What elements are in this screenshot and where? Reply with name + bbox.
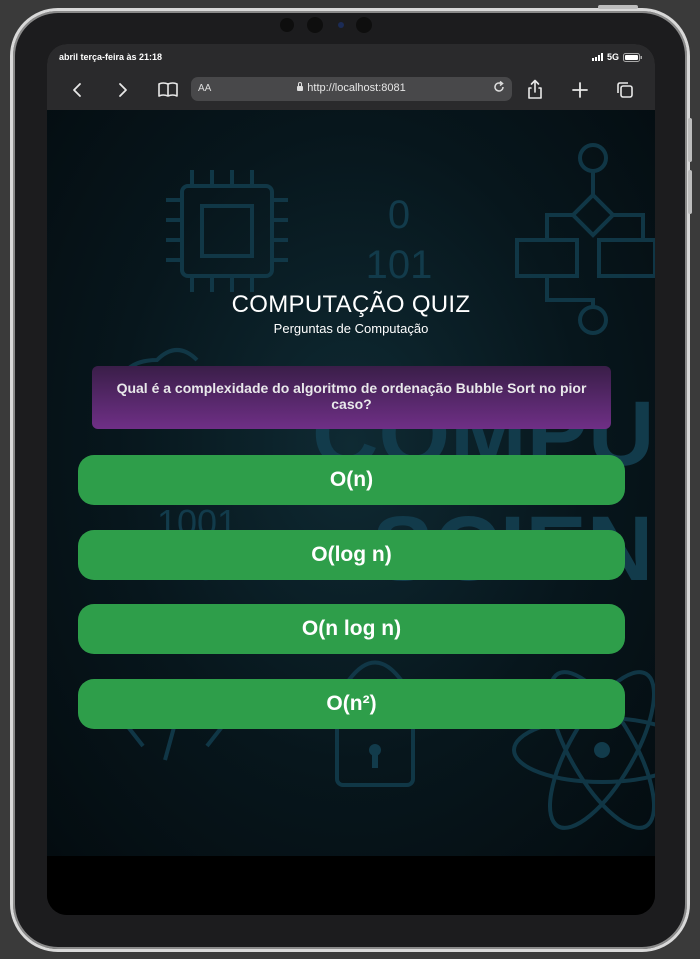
camera-lens bbox=[338, 22, 344, 28]
answer-button-1[interactable]: O(n) bbox=[78, 455, 625, 505]
sensor-left bbox=[280, 18, 294, 32]
new-tab-icon[interactable] bbox=[569, 79, 591, 101]
question-text: Qual é a complexidade do algoritmo de or… bbox=[116, 380, 587, 412]
tabs-overview-icon[interactable] bbox=[614, 79, 636, 101]
signal-icon bbox=[591, 53, 603, 61]
forward-icon[interactable] bbox=[111, 79, 133, 101]
answer-button-4[interactable]: O(n²) bbox=[78, 679, 625, 729]
quiz-subtitle: Perguntas de Computação bbox=[273, 321, 429, 336]
url-text: http://localhost:8081 bbox=[307, 82, 406, 94]
status-time: abril terça-feira às 21:18 bbox=[59, 52, 163, 62]
screen: abril terça-feira às 21:18 5G AA http://… bbox=[47, 44, 655, 915]
quiz-page: 0 101 1001 1101 COMPU SCIEN COMPUTAÇÃO Q… bbox=[47, 110, 655, 856]
side-button-lower bbox=[688, 170, 692, 214]
browser-toolbar: AA http://localhost:8081 bbox=[47, 70, 655, 110]
side-button-upper bbox=[688, 118, 692, 162]
page-bottom-area bbox=[47, 856, 655, 915]
camera-bar bbox=[280, 14, 420, 36]
status-indicators: 5G bbox=[591, 52, 643, 62]
network-label: 5G bbox=[606, 52, 619, 62]
share-icon[interactable] bbox=[524, 79, 546, 101]
lock-icon bbox=[297, 82, 304, 91]
sensor-right bbox=[356, 17, 372, 33]
binary-101: 101 bbox=[366, 243, 433, 287]
question-card: Qual é a complexidade do algoritmo de or… bbox=[92, 366, 611, 429]
quiz-title: COMPUTAÇÃO QUIZ bbox=[231, 291, 471, 318]
back-icon[interactable] bbox=[67, 79, 89, 101]
url-display: http://localhost:8081 bbox=[191, 82, 512, 94]
answer-button-2[interactable]: O(log n) bbox=[78, 530, 625, 580]
volume-button-top bbox=[598, 5, 638, 9]
address-bar[interactable]: AA http://localhost:8081 bbox=[191, 77, 512, 101]
sensor-mid bbox=[307, 17, 323, 33]
binary-0: 0 bbox=[388, 193, 410, 237]
answer-button-3[interactable]: O(n log n) bbox=[78, 604, 625, 654]
status-bar: abril terça-feira às 21:18 5G bbox=[47, 44, 655, 70]
reload-icon[interactable] bbox=[492, 80, 506, 97]
battery-icon bbox=[623, 52, 642, 62]
bookmarks-icon[interactable] bbox=[157, 79, 179, 101]
